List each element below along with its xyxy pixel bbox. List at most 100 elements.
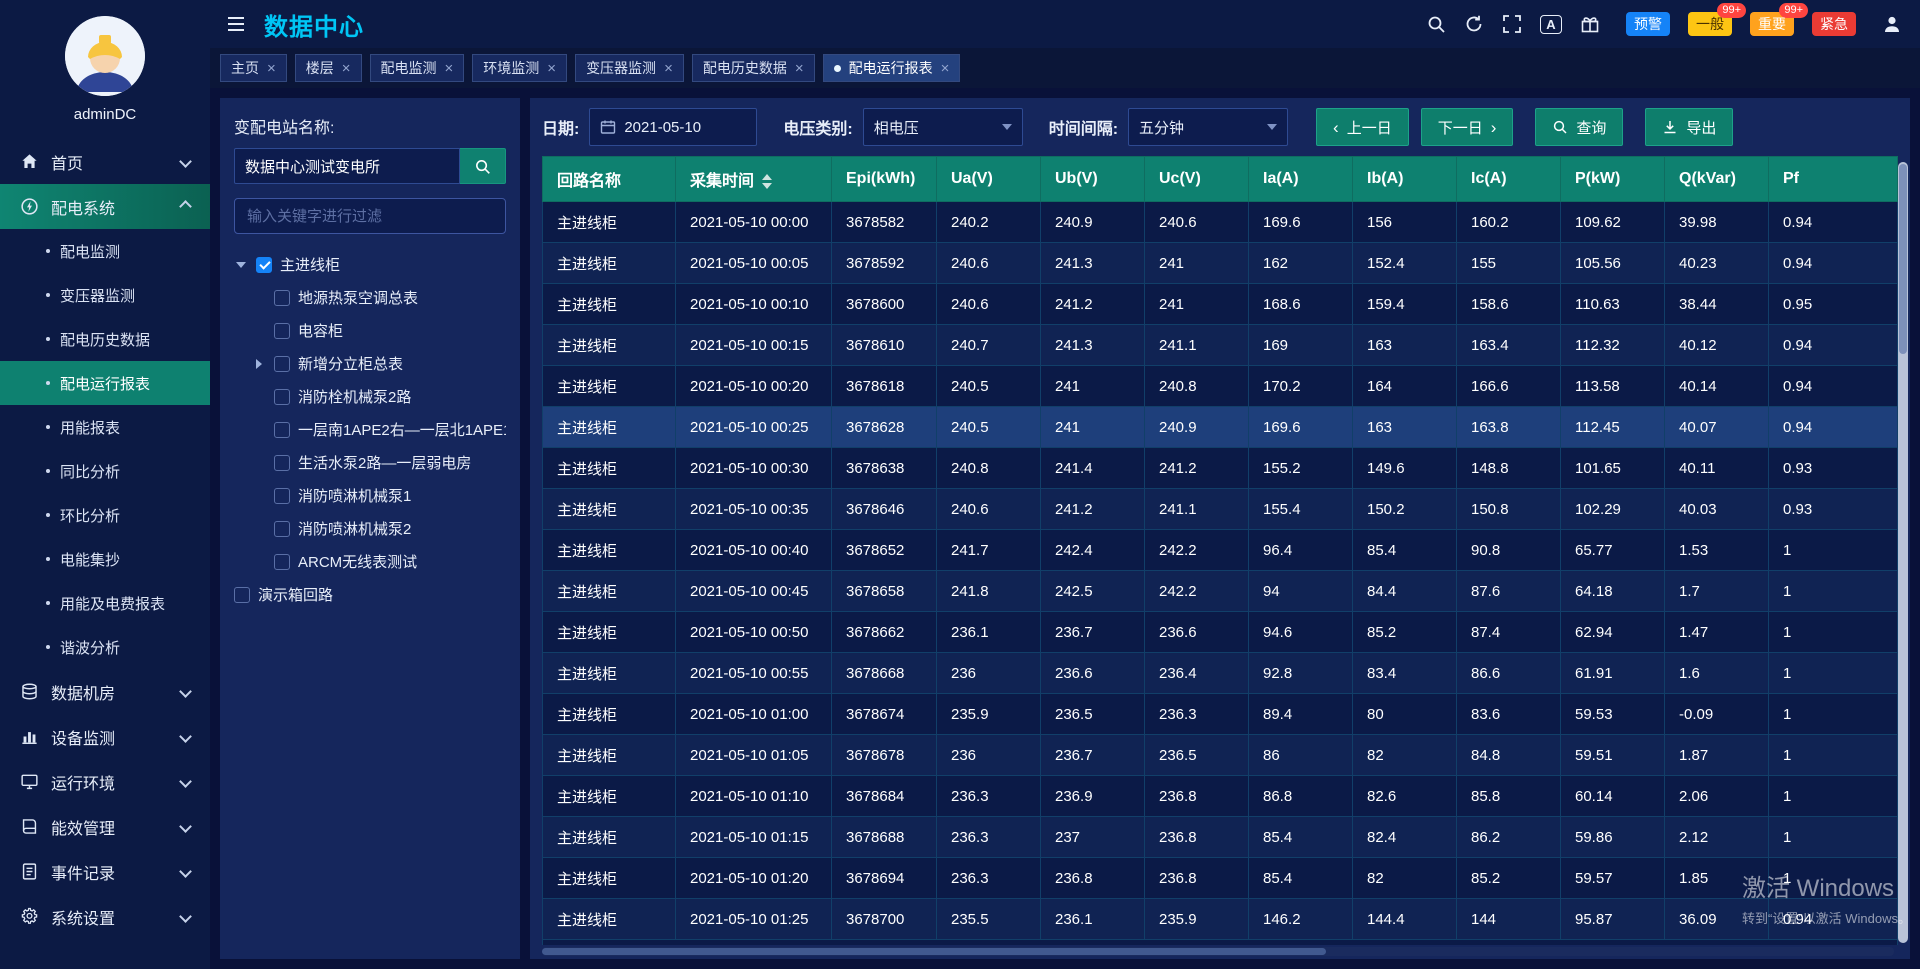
- checkbox[interactable]: [274, 488, 290, 504]
- table-row[interactable]: 主进线柜2021-05-10 00:453678658241.8242.5242…: [543, 571, 1898, 612]
- tree-node[interactable]: 生活水泵2路—一层弱电房: [234, 446, 506, 479]
- table-row[interactable]: 主进线柜2021-05-10 01:103678684236.3236.9236…: [543, 776, 1898, 817]
- station-search-button[interactable]: [460, 148, 506, 184]
- search-icon[interactable]: [1426, 14, 1446, 34]
- tree-node[interactable]: 消防喷淋机械泵1: [234, 479, 506, 512]
- menu-toggle-icon[interactable]: [226, 14, 246, 34]
- refresh-icon[interactable]: [1464, 14, 1484, 34]
- scrollbar-thumb[interactable]: [542, 948, 1326, 955]
- table-row[interactable]: 主进线柜2021-05-10 00:053678592240.6241.3241…: [543, 243, 1898, 284]
- column-header[interactable]: Ub(V): [1041, 157, 1145, 202]
- table-row[interactable]: 主进线柜2021-05-10 00:403678652241.7242.4242…: [543, 530, 1898, 571]
- caret-down-icon[interactable]: [234, 262, 248, 268]
- tree-node[interactable]: 地源热泵空调总表: [234, 281, 506, 314]
- close-icon[interactable]: ×: [445, 61, 454, 76]
- tree-node[interactable]: 演示箱回路: [234, 578, 506, 611]
- column-header[interactable]: Epi(kWh): [832, 157, 937, 202]
- sidebar-item[interactable]: 设备监测: [0, 714, 210, 759]
- close-icon[interactable]: ×: [941, 61, 950, 76]
- checkbox[interactable]: [274, 389, 290, 405]
- alarm-badge-orange[interactable]: 重要99+: [1750, 12, 1794, 36]
- tree-node[interactable]: 消防喷淋机械泵2: [234, 512, 506, 545]
- checkbox[interactable]: [274, 290, 290, 306]
- tab[interactable]: 主页×: [220, 54, 287, 82]
- export-button[interactable]: 导出: [1645, 108, 1733, 146]
- table-row[interactable]: 主进线柜2021-05-10 01:203678694236.3236.8236…: [543, 858, 1898, 899]
- sidebar-item[interactable]: 首页: [0, 139, 210, 184]
- table-row[interactable]: 主进线柜2021-05-10 01:003678674235.9236.5236…: [543, 694, 1898, 735]
- alarm-badge-red[interactable]: 紧急: [1812, 12, 1856, 36]
- sidebar-subitem[interactable]: 配电历史数据: [0, 317, 210, 361]
- avatar[interactable]: [65, 16, 145, 96]
- close-icon[interactable]: ×: [547, 61, 556, 76]
- sidebar-item[interactable]: 系统设置: [0, 894, 210, 939]
- station-input[interactable]: [234, 148, 460, 184]
- table-row[interactable]: 主进线柜2021-05-10 00:553678668236236.6236.4…: [543, 653, 1898, 694]
- table-row[interactable]: 主进线柜2021-05-10 00:153678610240.7241.3241…: [543, 325, 1898, 366]
- close-icon[interactable]: ×: [267, 61, 276, 76]
- column-header[interactable]: P(kW): [1561, 157, 1665, 202]
- checkbox[interactable]: [274, 521, 290, 537]
- sidebar-subitem[interactable]: 配电运行报表: [0, 361, 210, 405]
- sidebar-subitem[interactable]: 电能集抄: [0, 537, 210, 581]
- tab[interactable]: 配电监测×: [370, 54, 465, 82]
- tree-node[interactable]: ARCM无线表测试: [234, 545, 506, 578]
- translate-icon[interactable]: A: [1540, 15, 1562, 34]
- checkbox[interactable]: [274, 422, 290, 438]
- checkbox[interactable]: [274, 323, 290, 339]
- query-button[interactable]: 查询: [1535, 108, 1623, 146]
- checkbox[interactable]: [274, 554, 290, 570]
- user-icon[interactable]: [1882, 14, 1902, 34]
- column-header[interactable]: 采集时间: [676, 157, 832, 202]
- checkbox[interactable]: [234, 587, 250, 603]
- checkbox[interactable]: [274, 455, 290, 471]
- column-header[interactable]: 回路名称: [543, 157, 676, 202]
- sidebar-item[interactable]: 运行环境: [0, 759, 210, 804]
- tab-active[interactable]: 配电运行报表×: [823, 54, 961, 82]
- alarm-badge-yellow[interactable]: 一般99+: [1688, 12, 1732, 36]
- tree-filter-input[interactable]: [234, 198, 506, 234]
- column-header[interactable]: Q(kVar): [1665, 157, 1769, 202]
- tree-node[interactable]: 一层南1APE2右—一层北1APE1左: [234, 413, 506, 446]
- vertical-scrollbar[interactable]: [1898, 162, 1908, 943]
- table-row[interactable]: 主进线柜2021-05-10 00:203678618240.5241240.8…: [543, 366, 1898, 407]
- table-row[interactable]: 主进线柜2021-05-10 00:503678662236.1236.7236…: [543, 612, 1898, 653]
- table-row[interactable]: 主进线柜2021-05-10 00:303678638240.8241.4241…: [543, 448, 1898, 489]
- sidebar-item[interactable]: 数据机房: [0, 669, 210, 714]
- sidebar-subitem[interactable]: 用能报表: [0, 405, 210, 449]
- sidebar-subitem[interactable]: 谐波分析: [0, 625, 210, 669]
- scrollbar-thumb[interactable]: [1899, 164, 1907, 354]
- table-row[interactable]: 主进线柜2021-05-10 01:053678678236236.7236.5…: [543, 735, 1898, 776]
- close-icon[interactable]: ×: [795, 61, 804, 76]
- gift-icon[interactable]: [1580, 14, 1600, 34]
- table-row[interactable]: 主进线柜2021-05-10 00:353678646240.6241.2241…: [543, 489, 1898, 530]
- table-row[interactable]: 主进线柜2021-05-10 00:103678600240.6241.2241…: [543, 284, 1898, 325]
- sidebar-item[interactable]: 配电系统: [0, 184, 210, 229]
- table-row[interactable]: 主进线柜2021-05-10 01:153678688236.3237236.8…: [543, 817, 1898, 858]
- prev-day-button[interactable]: ‹ 上一日: [1316, 108, 1409, 146]
- tab[interactable]: 变压器监测×: [575, 54, 684, 82]
- column-header[interactable]: Ib(A): [1353, 157, 1457, 202]
- checkbox[interactable]: [256, 257, 272, 273]
- table-row[interactable]: 主进线柜2021-05-10 00:003678582240.2240.9240…: [543, 202, 1898, 243]
- sidebar-item[interactable]: 能效管理: [0, 804, 210, 849]
- next-day-button[interactable]: 下一日 ›: [1421, 108, 1514, 146]
- table-row[interactable]: 主进线柜2021-05-10 01:253678700235.5236.1235…: [543, 899, 1898, 940]
- tab[interactable]: 楼层×: [295, 54, 362, 82]
- date-picker[interactable]: 2021-05-10: [589, 108, 757, 146]
- tree-node[interactable]: 主进线柜: [234, 248, 506, 281]
- interval-select[interactable]: 五分钟: [1128, 108, 1288, 146]
- column-header[interactable]: Uc(V): [1145, 157, 1249, 202]
- tree-node[interactable]: 新增分立柜总表: [234, 347, 506, 380]
- checkbox[interactable]: [274, 356, 290, 372]
- sort-icon[interactable]: [762, 174, 772, 189]
- voltage-select[interactable]: 相电压: [863, 108, 1023, 146]
- column-header[interactable]: Pf: [1769, 157, 1898, 202]
- horizontal-scrollbar[interactable]: [542, 947, 1894, 956]
- tree-node[interactable]: 电容柜: [234, 314, 506, 347]
- close-icon[interactable]: ×: [342, 61, 351, 76]
- caret-right-icon[interactable]: [252, 359, 266, 369]
- table-row[interactable]: 主进线柜2021-05-10 00:253678628240.5241240.9…: [543, 407, 1898, 448]
- tree-node[interactable]: 消防栓机械泵2路: [234, 380, 506, 413]
- sidebar-subitem[interactable]: 变压器监测: [0, 273, 210, 317]
